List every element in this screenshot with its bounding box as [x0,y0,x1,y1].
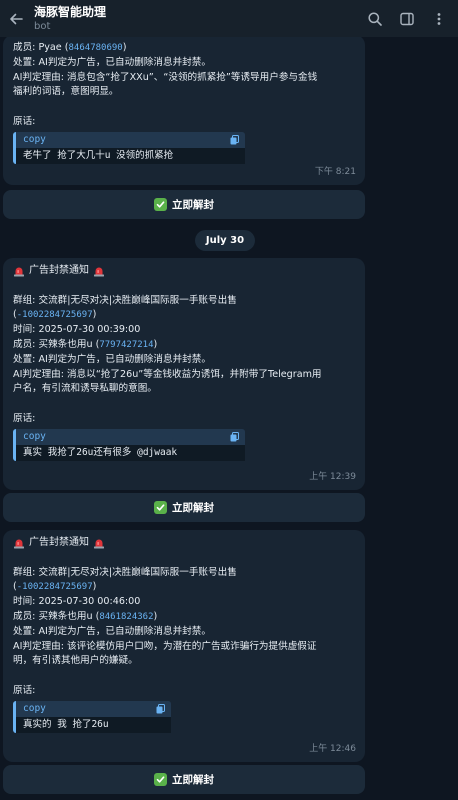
message-list[interactable]: 成员: Pyae (8464780690) 处置: AI判定为广告，已自动删除消… [0,37,458,800]
check-mark-icon [154,501,167,514]
code-language: copy [16,428,245,445]
member-line: 成员: 买辣条也用u (7797427214) [13,338,356,353]
member-id-link[interactable]: 7797427214 [99,340,153,350]
action-line: 处置: AI判定为广告，已自动删除消息并封禁。 [13,625,211,637]
unban-label: 立即解封 [172,199,214,211]
time-line: 时间: 2025-07-30 00:46:00 [13,596,141,608]
member-line: 成员: Pyae (8464780690) [13,41,356,56]
code-language: copy [16,131,245,148]
group-id-link[interactable]: -1002284725697 [17,582,93,592]
group-line: 群组: 交流群|无尽对决|决胜巅峰国际服一手账号出售 [13,566,237,578]
message-bubble: 成员: Pyae (8464780690) 处置: AI判定为广告，已自动删除消… [3,37,365,185]
unban-button[interactable]: 立即解封 [3,765,365,794]
notice-title-line: 广告封禁通知 [13,536,356,551]
copy-icon[interactable] [230,431,239,442]
reason-line-cont: 福利的词语，意图明显。 [13,86,119,98]
original-label: 原话: [13,412,36,424]
reason-line: AI判定理由: 该评论模仿用户口吻，为潜在的广告或诈骗行为提供虚假证 [13,640,317,652]
group-id-line: (-1002284725697) [13,309,97,321]
code-block[interactable]: copy 真实 我抢了26u还有很多 @djwaak [13,428,245,461]
siren-icon [94,267,104,277]
chat-title: 海豚智能助理 [34,4,107,19]
action-line: 处置: AI判定为广告，已自动删除消息并封禁。 [13,353,211,365]
original-label: 原话: [13,684,36,696]
sidebar-toggle-icon [400,12,414,25]
chat-title-block[interactable]: 海豚智能助理 bot [34,5,106,33]
member-suffix: ) [122,42,127,53]
group-id-link[interactable]: -1002284725697 [17,310,93,320]
reason-line: AI判定理由: 消息包含“抢了XXu”、“没领的抓紧抢”等诱导用户参与金钱 [13,71,318,83]
member-label: 成员: 买辣条也用u ( [13,610,100,622]
code-block[interactable]: copy 老牛了 抢了大几十u 没领的抓紧抢 [13,131,245,164]
code-text: 真实的 我 抢了26u [16,716,171,733]
notice-title: 广告封禁通知 [29,265,89,276]
search-button[interactable] [364,8,386,30]
chat-subtitle: bot [34,20,51,32]
unban-button[interactable]: 立即解封 [3,493,365,522]
code-text: 老牛了 抢了大几十u 没领的抓紧抢 [16,147,245,164]
copy-icon[interactable] [230,134,239,145]
message-bubble: 广告封禁通知 群组: 交流群|无尽对决|决胜巅峰国际服一手账号出售 (-1002… [3,258,365,490]
reason-line-cont: 户名，有引流和诱导私聊的意图。 [13,383,157,395]
message-bubble: 广告封禁通知 群组: 交流群|无尽对决|决胜巅峰国际服一手账号出售 (-1002… [3,530,365,762]
notice-title: 广告封禁通知 [29,537,89,548]
group-id-line: (-1002284725697) [13,581,97,593]
more-button[interactable] [428,8,450,30]
more-vertical-icon [437,12,441,25]
member-label: 成员: 买辣条也用u ( [13,338,100,350]
code-language: copy [16,700,171,717]
member-suffix: ) [153,610,158,622]
reason-line-cont: 明，有引诱其他用户的嫌疑。 [13,655,138,667]
chat-header: 海豚智能助理 bot [0,0,458,37]
unban-button[interactable]: 立即解封 [3,190,365,219]
member-id-link[interactable]: 8464780690 [69,43,123,53]
reason-line: AI判定理由: 消息以“抢了26u”等金钱收益为诱饵，并附带了Telegram用 [13,368,322,380]
siren-icon [14,267,24,277]
siren-icon [94,539,104,549]
member-id-link[interactable]: 8461824362 [99,612,153,622]
time-line: 时间: 2025-07-30 00:39:00 [13,324,141,336]
siren-icon [14,539,24,549]
member-label: 成员: Pyae ( [13,42,69,53]
search-icon [368,11,382,26]
copy-icon[interactable] [156,703,165,714]
original-label: 原话: [13,115,36,127]
action-line: 处置: AI判定为广告，已自动删除消息并封禁。 [13,56,211,68]
message-time: 上午 12:46 [309,744,356,755]
back-button[interactable] [4,7,28,31]
unban-label: 立即解封 [172,774,214,786]
message-time: 下午 8:21 [314,167,356,178]
unban-label: 立即解封 [172,502,214,514]
check-mark-icon [154,773,167,786]
group-line: 群组: 交流群|无尽对决|决胜巅峰国际服一手账号出售 [13,294,237,306]
code-block[interactable]: copy 真实的 我 抢了26u [13,700,171,733]
sidebar-toggle-button[interactable] [396,8,418,30]
code-text: 真实 我抢了26u还有很多 @djwaak [16,444,245,461]
notice-title-line: 广告封禁通知 [13,264,356,279]
date-separator: July 30 [195,230,255,251]
member-suffix: ) [153,338,158,350]
member-line: 成员: 买辣条也用u (8461824362) [13,610,356,625]
back-arrow-icon [10,13,23,24]
check-mark-icon [154,198,167,211]
message-time: 上午 12:39 [309,472,356,483]
